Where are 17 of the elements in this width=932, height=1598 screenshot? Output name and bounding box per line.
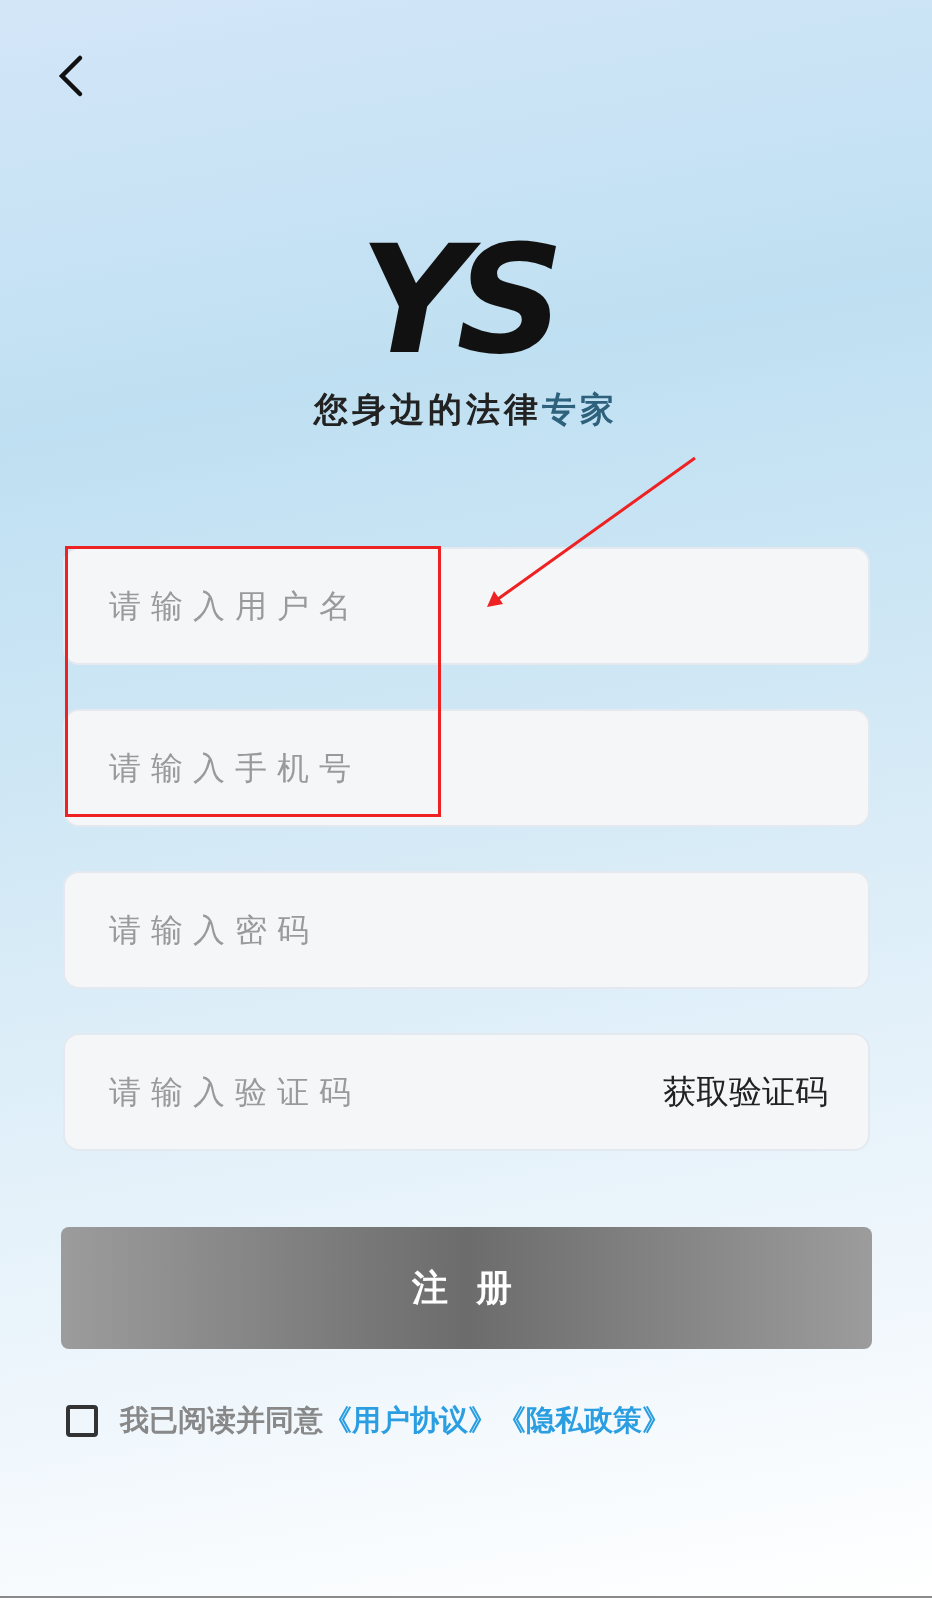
input-field[interactable]: 请输入密码 [62, 871, 870, 989]
input-field[interactable]: 请输入手机号 [62, 709, 870, 827]
policy-link[interactable]: 《用户协议》 [323, 1401, 497, 1441]
input-field[interactable]: 请输入验证码 获取验证码 [62, 1033, 870, 1151]
tagline-accent: 专家 [542, 388, 618, 431]
text-input[interactable]: 请输入手机号 [106, 748, 828, 788]
text-input[interactable]: 请输入验证码 [106, 1072, 663, 1112]
input-field[interactable]: 请输入用户名 [62, 547, 870, 665]
text-input[interactable]: 请输入密码 [106, 910, 828, 950]
tagline: 您身边的法律 [314, 388, 542, 431]
get-code-button[interactable]: 获取验证码 [662, 1069, 828, 1115]
register-button[interactable]: 注 册 [60, 1227, 872, 1349]
agree-checkbox[interactable] [66, 1405, 98, 1437]
logo: YS [358, 225, 554, 375]
text-input[interactable]: 请输入用户名 [106, 586, 828, 626]
agreement-text: 我已阅读并同意 [120, 1402, 323, 1439]
policy-link[interactable]: 《隐私政策》 [497, 1401, 671, 1441]
